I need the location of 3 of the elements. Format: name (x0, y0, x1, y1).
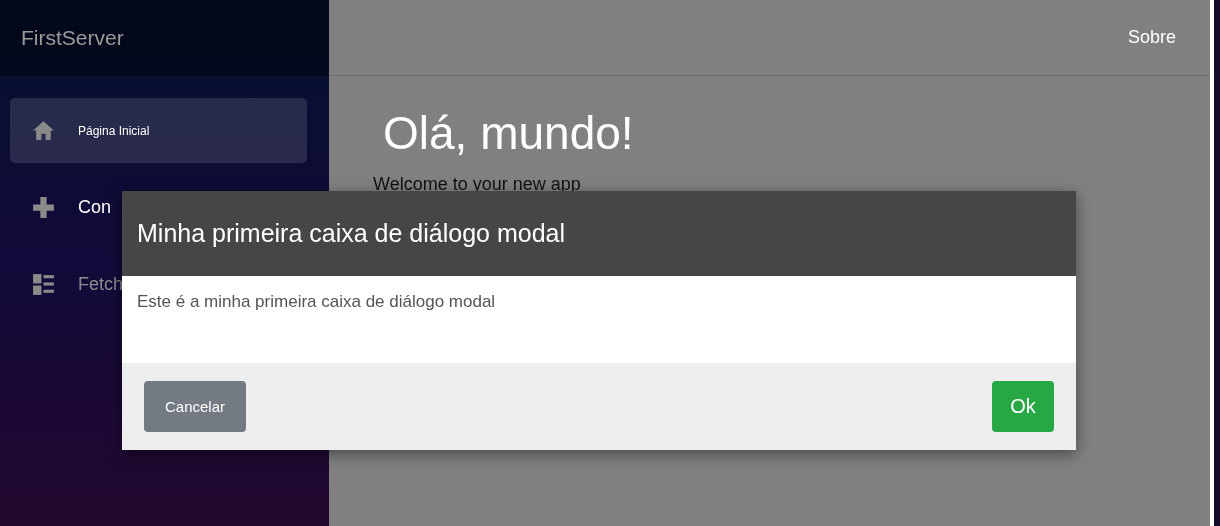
page-heading: Olá, mundo! (383, 106, 635, 160)
modal-title: Minha primeira caixa de diálogo modal (137, 219, 565, 248)
modal-message: Este é a minha primeira caixa de diálogo modal (137, 292, 496, 311)
